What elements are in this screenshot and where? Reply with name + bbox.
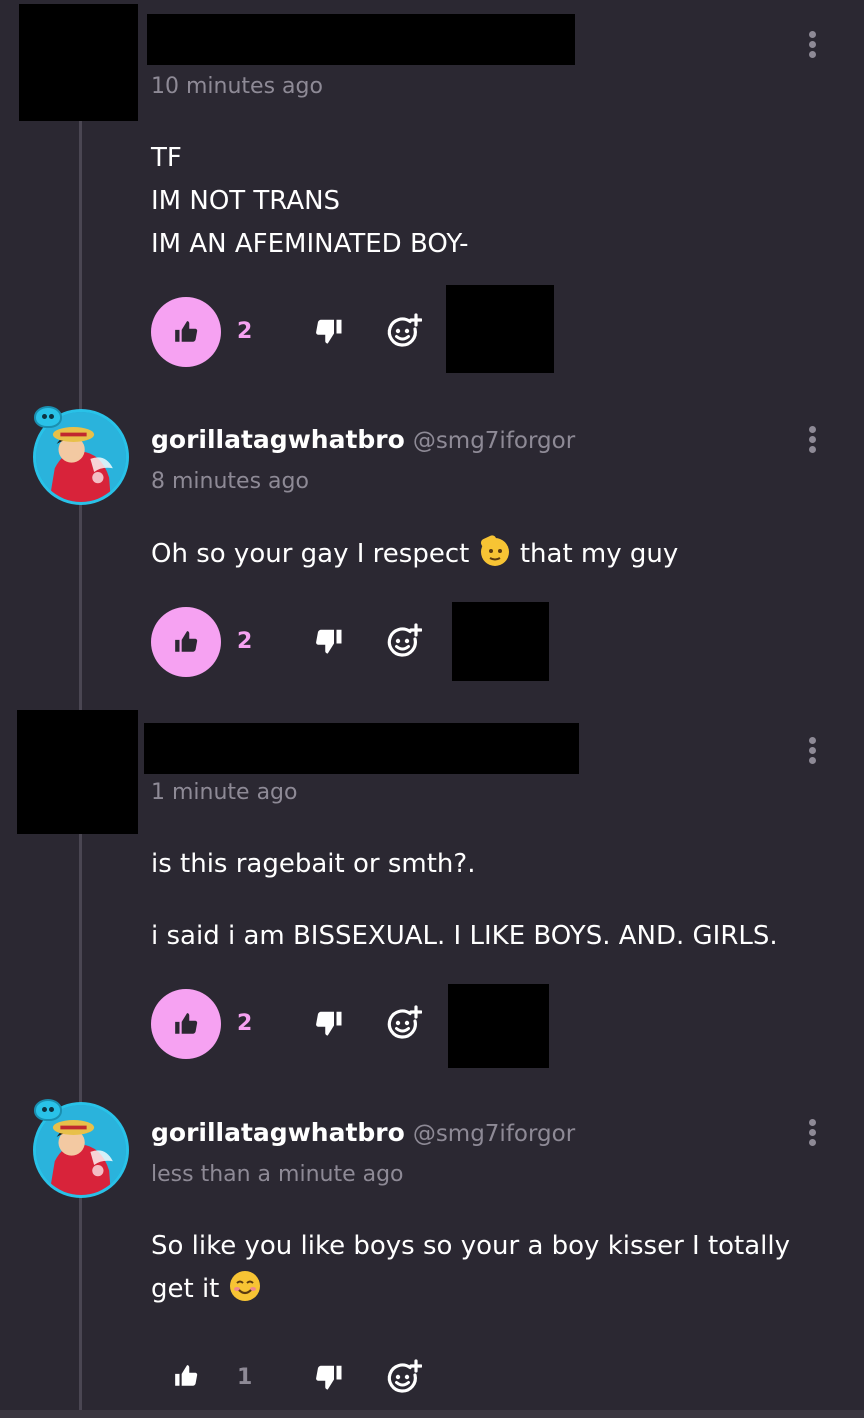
- like-count: 2: [237, 629, 253, 654]
- username-text: gorillatagwhatbro: [151, 425, 405, 454]
- thumbs-up-icon: [173, 1363, 199, 1389]
- redacted-block: [446, 285, 554, 373]
- thumbs-down-icon[interactable]: [314, 316, 344, 346]
- comment-text-part: Oh so your gay I respect: [151, 539, 478, 569]
- comment-text-line: get it: [151, 1268, 262, 1311]
- thumbs-up-icon: [173, 1011, 199, 1037]
- smiling-face-icon: [229, 1271, 260, 1301]
- comment-text-part: that my guy: [511, 539, 679, 569]
- like-count: 1: [237, 1365, 253, 1390]
- like-button[interactable]: [151, 607, 221, 677]
- username[interactable]: gorillatagwhatbro @smg7iforgor: [151, 1118, 575, 1147]
- more-vertical-icon[interactable]: [806, 737, 818, 767]
- comment-text-line: is this ragebait or smth?.: [151, 849, 476, 879]
- like-count: 2: [237, 319, 253, 344]
- redacted-block: [448, 984, 549, 1068]
- thumbs-down-icon[interactable]: [314, 626, 344, 656]
- thumbs-up-icon: [173, 319, 199, 345]
- user-handle: @smg7iforgor: [412, 1121, 576, 1147]
- comment-timestamp: 10 minutes ago: [151, 74, 323, 99]
- like-button[interactable]: [151, 297, 221, 367]
- avatar-badge: [34, 406, 62, 428]
- add-reaction-icon[interactable]: [386, 313, 422, 349]
- comment-text-line: So like you like boys so your a boy kiss…: [151, 1231, 791, 1261]
- comment-text: Oh so your gay I respect that my guy: [151, 533, 678, 576]
- add-reaction-icon[interactable]: [386, 1359, 422, 1395]
- redacted-username: [147, 14, 575, 65]
- like-count: 2: [237, 1011, 253, 1036]
- username[interactable]: gorillatagwhatbro @smg7iforgor: [151, 425, 575, 454]
- add-reaction-icon[interactable]: [386, 1005, 422, 1041]
- more-vertical-icon[interactable]: [806, 1119, 818, 1149]
- more-vertical-icon[interactable]: [806, 31, 818, 61]
- add-reaction-icon[interactable]: [386, 623, 422, 659]
- redacted-avatar: [17, 710, 138, 834]
- comment-text: TF IM NOT TRANS IM AN AFEMINATED BOY-: [151, 143, 469, 259]
- saluting-face-icon: [480, 535, 509, 566]
- more-vertical-icon[interactable]: [806, 426, 818, 456]
- username-text: gorillatagwhatbro: [151, 1118, 405, 1147]
- redacted-username: [144, 723, 579, 774]
- bottom-divider: [0, 1410, 864, 1418]
- avatar-badge: [34, 1099, 62, 1121]
- comment-timestamp: 8 minutes ago: [151, 469, 309, 494]
- thumbs-up-icon: [173, 629, 199, 655]
- user-handle: @smg7iforgor: [412, 428, 576, 454]
- redacted-block: [452, 602, 549, 681]
- like-button[interactable]: [151, 1341, 221, 1411]
- comment-timestamp: 1 minute ago: [151, 780, 298, 805]
- thumbs-down-icon[interactable]: [314, 1008, 344, 1038]
- redacted-avatar: [19, 4, 138, 121]
- like-button[interactable]: [151, 989, 221, 1059]
- comment-timestamp: less than a minute ago: [151, 1162, 404, 1187]
- comment-text-line: i said i am BISSEXUAL. I LIKE BOYS. AND.…: [151, 921, 778, 951]
- thumbs-down-icon[interactable]: [314, 1362, 344, 1392]
- comment-text-part: get it: [151, 1274, 228, 1304]
